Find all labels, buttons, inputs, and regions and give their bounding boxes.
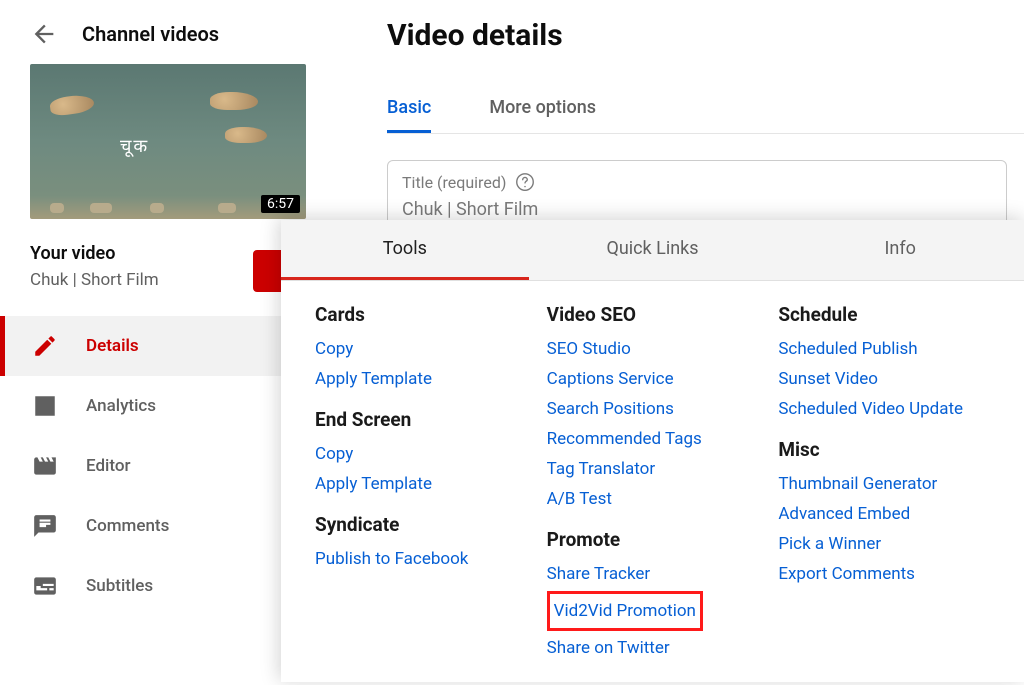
page-title: Video details: [387, 0, 1024, 53]
section-heading: Video SEO: [547, 303, 759, 326]
title-input[interactable]: [402, 199, 992, 220]
tool-link[interactable]: Export Comments: [778, 559, 990, 589]
sidebar-item-label: Editor: [86, 456, 130, 476]
left-sidebar: Channel videos चूक 6:57 Your video Chuk …: [0, 0, 321, 616]
overlay-tab-tools[interactable]: Tools: [281, 220, 529, 280]
tool-link[interactable]: Vid2Vid Promotion: [554, 596, 696, 626]
tool-link[interactable]: Copy: [315, 334, 527, 364]
comment-icon: [32, 513, 58, 539]
subtitles-icon: [32, 573, 58, 599]
section-heading: Schedule: [778, 303, 990, 326]
section-heading: Syndicate: [315, 513, 527, 536]
pencil-icon: [32, 333, 58, 359]
thumbnail-overlay-text: चूक: [120, 134, 149, 158]
sidebar-item-label: Analytics: [86, 396, 156, 416]
sidebar-item-label: Comments: [86, 516, 169, 536]
sidebar-item-editor[interactable]: Editor: [0, 436, 321, 496]
tool-link[interactable]: Apply Template: [315, 469, 527, 499]
editor-icon: [32, 453, 58, 479]
sidebar-item-label: Subtitles: [86, 576, 153, 596]
tool-link[interactable]: Copy: [315, 439, 527, 469]
tool-link[interactable]: Advanced Embed: [778, 499, 990, 529]
overlay-tab-info[interactable]: Info: [776, 220, 1024, 280]
sidebar-item-label: Details: [86, 336, 139, 356]
tool-link[interactable]: Thumbnail Generator: [778, 469, 990, 499]
tool-link[interactable]: Recommended Tags: [547, 424, 759, 454]
tool-link[interactable]: Search Positions: [547, 394, 759, 424]
tool-link[interactable]: Share on Twitter: [547, 633, 759, 663]
channel-videos-title: Channel videos: [82, 22, 219, 46]
title-field-label: Title (required): [402, 173, 506, 192]
extension-toggle-button[interactable]: [253, 250, 281, 292]
analytics-icon: [32, 393, 58, 419]
tool-link[interactable]: A/B Test: [547, 484, 759, 514]
detail-tabs: Basic More options: [387, 97, 1024, 134]
tool-link[interactable]: Sunset Video: [778, 364, 990, 394]
tool-link[interactable]: Tag Translator: [547, 454, 759, 484]
video-thumbnail[interactable]: चूक 6:57: [30, 64, 306, 219]
tool-link[interactable]: Captions Service: [547, 364, 759, 394]
sidebar-item-details[interactable]: Details: [0, 316, 321, 376]
tool-link[interactable]: Apply Template: [315, 364, 527, 394]
tool-link[interactable]: Scheduled Publish: [778, 334, 990, 364]
section-heading: Cards: [315, 303, 527, 326]
tools-overlay-panel: Tools Quick Links Info CardsCopyApply Te…: [281, 220, 1024, 682]
tab-basic[interactable]: Basic: [387, 97, 431, 133]
section-heading: End Screen: [315, 408, 527, 431]
sidebar-item-analytics[interactable]: Analytics: [0, 376, 321, 436]
tool-link[interactable]: SEO Studio: [547, 334, 759, 364]
overlay-tab-quick-links[interactable]: Quick Links: [529, 220, 777, 280]
tool-link[interactable]: Publish to Facebook: [315, 544, 527, 574]
tool-link[interactable]: Scheduled Video Update: [778, 394, 990, 424]
back-arrow-icon[interactable]: [30, 20, 58, 48]
tool-link[interactable]: Pick a Winner: [778, 529, 990, 559]
section-heading: Promote: [547, 528, 759, 551]
help-icon[interactable]: [514, 171, 536, 193]
section-heading: Misc: [778, 438, 990, 461]
video-duration: 6:57: [261, 195, 300, 213]
sidebar-nav: Details Analytics Editor Comments Subtit…: [0, 316, 321, 616]
tab-more-options[interactable]: More options: [489, 97, 596, 133]
sidebar-item-subtitles[interactable]: Subtitles: [0, 556, 321, 616]
tool-link[interactable]: Share Tracker: [547, 559, 759, 589]
sidebar-item-comments[interactable]: Comments: [0, 496, 321, 556]
